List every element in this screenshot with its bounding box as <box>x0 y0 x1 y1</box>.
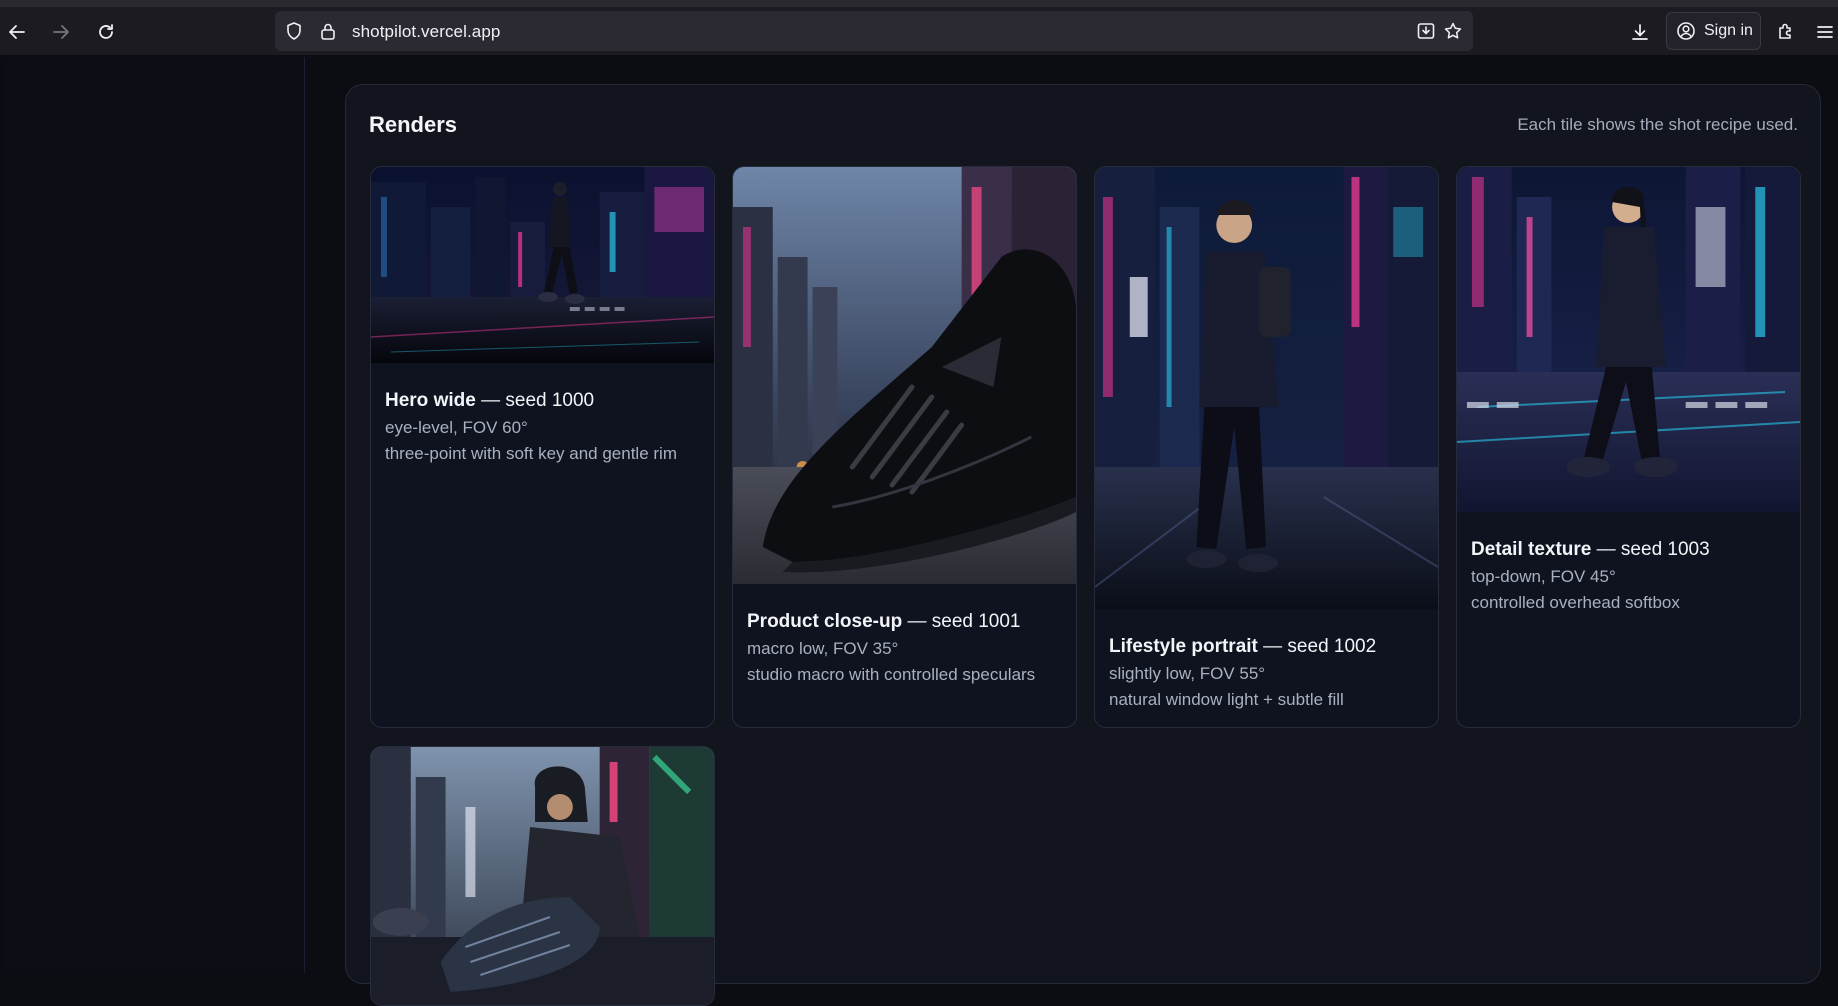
render-camera: macro low, FOV 35° <box>747 639 899 658</box>
download-icon <box>1632 24 1648 40</box>
padlock-icon[interactable] <box>318 21 338 41</box>
render-seed: — seed 1002 <box>1263 636 1377 657</box>
render-seed: — seed 1001 <box>907 611 1021 632</box>
render-image <box>371 167 714 363</box>
render-seed: — seed 1003 <box>1596 539 1710 560</box>
forward-arrow-icon <box>53 25 69 39</box>
render-image <box>733 167 1076 584</box>
render-lighting: natural window light + subtle fill <box>1109 690 1344 709</box>
forward-button[interactable] <box>45 16 77 48</box>
puzzle-icon <box>1779 23 1791 39</box>
bookmark-star-icon[interactable] <box>1443 21 1463 41</box>
reload-icon <box>99 24 113 39</box>
hamburger-menu-icon <box>1817 26 1833 38</box>
render-lighting: three-point with soft key and gentle rim <box>385 444 677 463</box>
render-card[interactable]: Lifestyle portrait — seed 1002 slightly … <box>1094 166 1439 728</box>
app-menu-button[interactable] <box>1812 16 1838 48</box>
downloads-button[interactable] <box>1624 16 1656 48</box>
render-caption: Detail texture — seed 1003 top-down, FOV… <box>1471 539 1790 613</box>
render-image <box>1095 167 1438 609</box>
render-lighting: studio macro with controlled speculars <box>747 665 1036 684</box>
panel-title: Renders <box>369 112 458 137</box>
account-icon <box>1677 22 1695 40</box>
render-name: Lifestyle portrait <box>1109 636 1258 657</box>
render-caption: Hero wide — seed 1000 eye-level, FOV 60°… <box>385 390 704 464</box>
render-name: Detail texture <box>1471 539 1592 560</box>
reload-button[interactable] <box>90 16 122 48</box>
render-lighting: controlled overhead softbox <box>1471 593 1680 612</box>
render-name: Hero wide <box>385 390 476 411</box>
sign-in-button[interactable]: Sign in <box>1666 12 1761 50</box>
render-seed: — seed 1000 <box>481 390 595 411</box>
back-button[interactable] <box>1 16 33 48</box>
render-card[interactable]: Hero wide — seed 1000 eye-level, FOV 60°… <box>370 166 715 728</box>
page-content: Renders Each tile shows the shot recipe … <box>0 57 1838 1006</box>
url-text[interactable]: shotpilot.vercel.app <box>352 22 500 42</box>
window-top-strip <box>0 0 1838 7</box>
render-caption: Product close-up — seed 1001 macro low, … <box>747 611 1066 685</box>
back-arrow-icon <box>9 25 25 39</box>
extensions-button[interactable] <box>1770 16 1802 48</box>
panel-note: Each tile shows the shot recipe used. <box>1517 115 1798 134</box>
render-camera: top-down, FOV 45° <box>1471 567 1616 586</box>
address-bar[interactable]: shotpilot.vercel.app <box>275 11 1473 51</box>
sidebar <box>4 57 305 973</box>
render-image <box>1457 167 1800 512</box>
save-to-pocket-icon[interactable] <box>1416 21 1436 41</box>
tracking-shield-icon[interactable] <box>284 21 304 41</box>
browser-toolbar: shotpilot.vercel.app Sign in <box>0 7 1838 56</box>
render-image <box>371 747 714 1005</box>
render-card[interactable] <box>370 746 715 1006</box>
render-name: Product close-up <box>747 611 903 632</box>
render-card[interactable]: Product close-up — seed 1001 macro low, … <box>732 166 1077 728</box>
render-card[interactable]: Detail texture — seed 1003 top-down, FOV… <box>1456 166 1801 728</box>
sign-in-label: Sign in <box>1704 22 1753 39</box>
render-camera: slightly low, FOV 55° <box>1109 664 1266 683</box>
render-camera: eye-level, FOV 60° <box>385 418 528 437</box>
render-caption: Lifestyle portrait — seed 1002 slightly … <box>1109 636 1428 710</box>
renders-panel: Renders Each tile shows the shot recipe … <box>345 84 1821 1006</box>
